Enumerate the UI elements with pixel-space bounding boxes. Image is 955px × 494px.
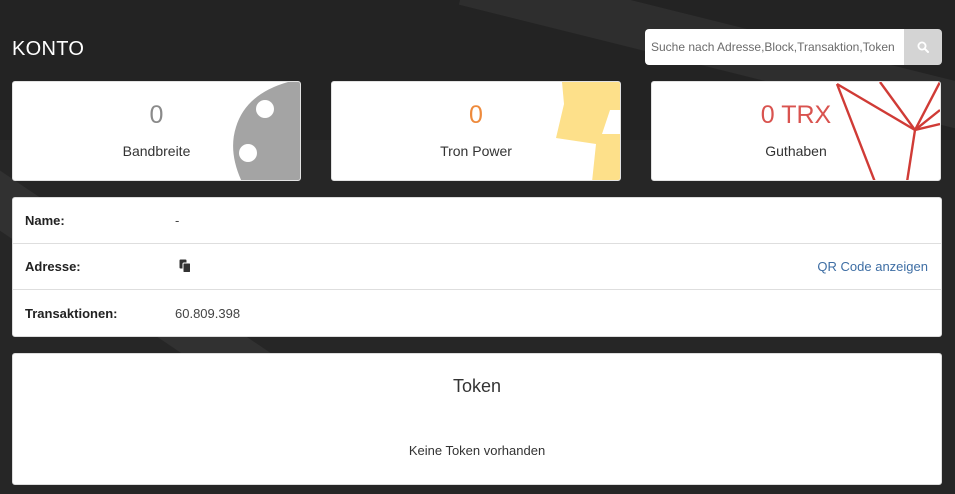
search-input[interactable]: [645, 29, 904, 65]
tron-power-card: 0 Tron Power: [331, 81, 621, 181]
search-bar: [645, 29, 942, 65]
qr-code-link[interactable]: QR Code anzeigen: [817, 259, 928, 274]
bandwidth-gauge-icon: [233, 82, 300, 180]
transactions-label: Transaktionen:: [25, 305, 118, 321]
bandwidth-card: 0 Bandbreite: [12, 81, 301, 181]
copy-icon: [179, 259, 191, 273]
page-title: KONTO: [12, 38, 85, 60]
search-icon: [917, 41, 929, 53]
address-label: Adresse:: [25, 259, 81, 274]
transactions-value: 60.809.398: [175, 305, 241, 321]
copy-address-button[interactable]: [179, 259, 191, 276]
name-label: Name:: [25, 213, 65, 228]
info-row-name: Name: -: [13, 198, 941, 244]
balance-label: Guthaben: [765, 143, 827, 159]
tokens-empty-message: Keine Token vorhanden: [408, 443, 546, 458]
tron-logo-icon: [835, 82, 940, 180]
tokens-title: Token: [452, 376, 502, 396]
info-row-transactions: Transaktionen: 60.809.398: [13, 290, 941, 336]
name-value: -: [175, 213, 180, 228]
balance-card: 0 TRX Guthaben: [651, 81, 941, 181]
balance-value: 0 TRX: [760, 101, 832, 129]
lightning-icon: [556, 82, 620, 180]
account-info-panel: Name: - Adresse: QR Code anzeigen Transa…: [12, 197, 942, 337]
tron-power-label: Tron Power: [440, 143, 512, 159]
search-button[interactable]: [904, 29, 942, 65]
bandwidth-value: 0: [149, 101, 164, 129]
tokens-panel: Token Keine Token vorhanden: [12, 353, 942, 485]
bandwidth-label: Bandbreite: [122, 143, 191, 159]
info-row-address: Adresse: QR Code anzeigen: [13, 244, 941, 290]
tron-power-value: 0: [469, 101, 483, 129]
